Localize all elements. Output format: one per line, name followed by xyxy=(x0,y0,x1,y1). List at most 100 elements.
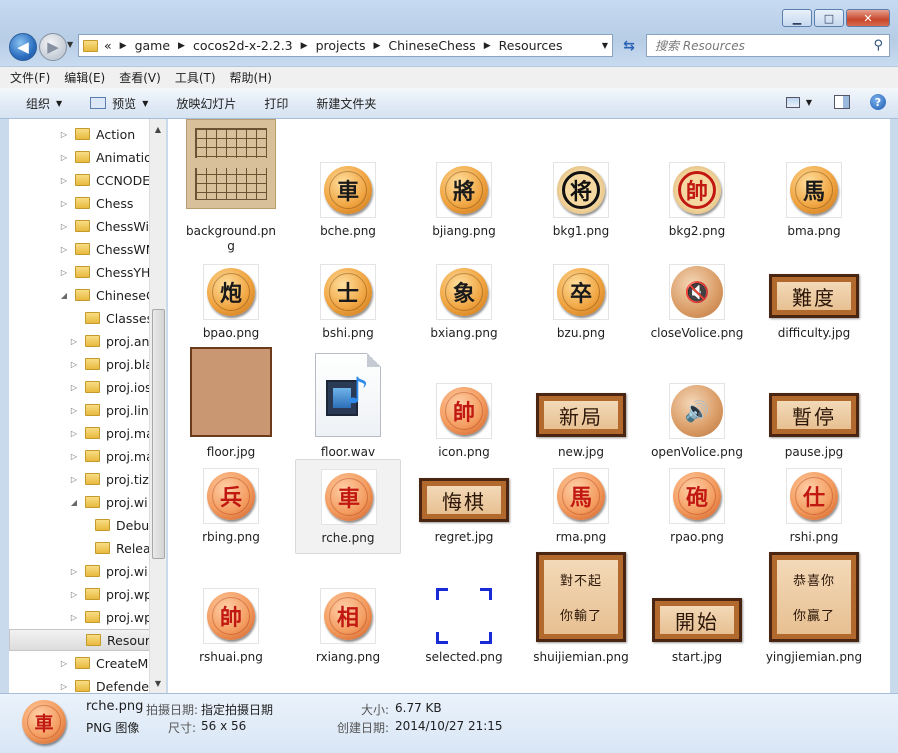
scroll-down-icon[interactable]: ▼ xyxy=(150,675,166,691)
tree-expander-icon[interactable]: ▷ xyxy=(59,245,69,254)
file-item[interactable]: 恭喜你 你贏了 yingjiemian.png xyxy=(761,552,867,674)
tree-item[interactable]: ▷ proj.lin xyxy=(69,399,149,421)
file-item[interactable]: 悔棋 regret.jpg xyxy=(411,459,517,554)
preview-pane-icon[interactable] xyxy=(834,95,850,109)
tree-item[interactable]: ▷ ChessWi xyxy=(59,215,149,237)
tree-expander-icon[interactable]: ▷ xyxy=(69,360,79,369)
scrollbar-thumb[interactable] xyxy=(152,309,165,559)
tree-expander-icon[interactable]: ▷ xyxy=(69,613,79,622)
file-item[interactable]: 仕 rshi.png xyxy=(761,459,867,554)
file-item[interactable]: 帥 icon.png xyxy=(411,339,517,469)
tree-item[interactable]: Resour xyxy=(9,629,159,651)
forward-button[interactable]: ▶ xyxy=(39,33,67,61)
menu-item[interactable]: 文件(F) xyxy=(10,69,50,86)
tree-item[interactable]: Debu xyxy=(79,514,149,536)
close-button[interactable]: ✕ xyxy=(846,9,890,27)
tree-expander-icon[interactable]: ▷ xyxy=(59,659,69,668)
scroll-up-icon[interactable]: ▲ xyxy=(150,121,166,137)
tree-item[interactable]: ▷ proj.wp xyxy=(69,583,152,605)
tree-expander-icon[interactable]: ▷ xyxy=(69,429,79,438)
file-item[interactable]: 兵 rbing.png xyxy=(178,459,284,554)
breadcrumb-item[interactable]: Resources xyxy=(499,38,563,53)
help-icon[interactable]: ? xyxy=(870,94,886,110)
tree-expander-icon[interactable]: ◢ xyxy=(69,498,79,507)
file-item[interactable]: 對不起 你輸了 shuijiemian.png xyxy=(528,552,634,674)
file-item[interactable]: 難度 difficulty.jpg xyxy=(761,255,867,350)
file-item[interactable]: 新局 new.jpg xyxy=(528,339,634,469)
tree-expander-icon[interactable]: ▷ xyxy=(69,567,79,576)
file-item[interactable]: floor.jpg xyxy=(178,339,284,469)
tree-item[interactable]: ▷ Defende xyxy=(59,675,149,694)
back-button[interactable]: ◀ xyxy=(9,33,37,61)
file-item[interactable]: 将 bkg1.png xyxy=(528,119,634,248)
tree-item[interactable]: ▷ Action xyxy=(59,123,135,145)
tree-item[interactable]: ▷ proj.bla xyxy=(69,353,153,375)
breadcrumb-item[interactable]: projects xyxy=(316,38,366,53)
print-button[interactable]: 打印 xyxy=(264,95,288,112)
refresh-button[interactable]: ⇆ xyxy=(617,34,641,57)
breadcrumb-item[interactable]: ChineseChess xyxy=(388,38,475,53)
tree-expander-icon[interactable]: ▷ xyxy=(59,130,69,139)
tree-expander-icon[interactable]: ▷ xyxy=(69,475,79,484)
tree-expander-icon[interactable]: ◢ xyxy=(59,291,69,300)
tree-item[interactable]: ▷ Animatio xyxy=(59,146,152,168)
file-item[interactable]: 帥 bkg2.png xyxy=(644,119,750,248)
breadcrumb-separator-icon[interactable]: ▶ xyxy=(178,41,185,51)
address-bar[interactable]: « ▶ game ▶ cocos2d-x-2.2.3 ▶ projects ▶ Chinese… xyxy=(78,34,613,57)
tree-item[interactable]: ▷ proj.wp xyxy=(69,606,152,628)
tree-item[interactable]: ▷ proj.ios xyxy=(69,376,152,398)
file-item[interactable]: 馬 rma.png xyxy=(528,459,634,554)
tree-expander-icon[interactable]: ▷ xyxy=(69,406,79,415)
tree-expander-icon[interactable]: ▷ xyxy=(69,590,79,599)
tree-expander-icon[interactable]: ▷ xyxy=(59,176,69,185)
preview-button[interactable]: 预览 ▼ xyxy=(90,95,148,112)
tree-item[interactable]: Relea xyxy=(79,537,151,559)
file-item[interactable]: 炮 bpao.png xyxy=(178,255,284,350)
file-item[interactable]: background.pn g xyxy=(178,119,284,253)
view-dropdown-icon[interactable]: ▼ xyxy=(806,98,812,107)
file-item[interactable]: 象 bxiang.png xyxy=(411,255,517,350)
file-item[interactable]: 🔊 openVolice.png xyxy=(644,339,750,469)
tree-expander-icon[interactable]: ▷ xyxy=(69,383,79,392)
recent-pages-dropdown[interactable]: ▼ xyxy=(67,40,73,49)
file-item[interactable]: 帥 rshuai.png xyxy=(178,575,284,674)
file-item[interactable]: 砲 rpao.png xyxy=(644,459,750,554)
tree-item[interactable]: Classes xyxy=(69,307,153,329)
file-item[interactable]: 車 rche.png xyxy=(295,459,401,554)
tree-expander-icon[interactable]: ▷ xyxy=(59,682,69,691)
new-folder-button[interactable]: 新建文件夹 xyxy=(316,95,376,112)
tree-item[interactable]: ▷ ChessYH xyxy=(59,261,150,283)
file-item[interactable]: selected.png xyxy=(411,575,517,674)
tree-expander-icon[interactable]: ▷ xyxy=(59,268,69,277)
maximize-button[interactable]: □ xyxy=(814,9,844,27)
file-item[interactable]: 車 bche.png xyxy=(295,119,401,248)
tree-item[interactable]: ▷ CCNODE xyxy=(59,169,150,191)
breadcrumb-separator-icon[interactable]: ▶ xyxy=(484,41,491,51)
breadcrumb-separator-icon[interactable]: ▶ xyxy=(120,41,127,51)
file-item[interactable]: 馬 bma.png xyxy=(761,119,867,248)
tree-expander-icon[interactable]: ▷ xyxy=(59,199,69,208)
tree-expander-icon[interactable]: ▷ xyxy=(59,153,69,162)
breadcrumb-separator-icon[interactable]: ▶ xyxy=(373,41,380,51)
breadcrumb-separator-icon[interactable]: ▶ xyxy=(301,41,308,51)
tree-item[interactable]: ▷ CreateM xyxy=(59,652,148,674)
slideshow-button[interactable]: 放映幻灯片 xyxy=(176,95,236,112)
tree-item[interactable]: ▷ proj.ma xyxy=(69,445,154,467)
navigation-scrollbar[interactable]: ▲ ▼ xyxy=(149,119,166,693)
tree-item[interactable]: ▷ proj.ma xyxy=(69,422,154,444)
address-dropdown-icon[interactable]: ▼ xyxy=(602,41,608,50)
organize-button[interactable]: 组织 ▼ xyxy=(26,95,62,112)
details-date-taken-value[interactable]: 指定拍摄日期 xyxy=(201,701,273,718)
file-item[interactable]: 士 bshi.png xyxy=(295,255,401,350)
tree-item[interactable]: ▷ ChessWN xyxy=(59,238,155,260)
breadcrumb-overflow[interactable]: « xyxy=(104,38,112,53)
menu-item[interactable]: 工具(T) xyxy=(175,69,216,86)
change-view-icon[interactable] xyxy=(785,96,800,108)
menu-item[interactable]: 查看(V) xyxy=(119,69,161,86)
tree-item[interactable]: ▷ proj.wi xyxy=(69,560,148,582)
file-item[interactable]: 🔇 closeVolice.png xyxy=(644,255,750,350)
tree-item[interactable]: ▷ proj.an xyxy=(69,330,150,352)
search-icon[interactable]: ⚲ xyxy=(873,38,883,53)
file-item[interactable]: 相 rxiang.png xyxy=(295,575,401,674)
tree-item[interactable]: ◢ proj.wi xyxy=(69,491,148,513)
